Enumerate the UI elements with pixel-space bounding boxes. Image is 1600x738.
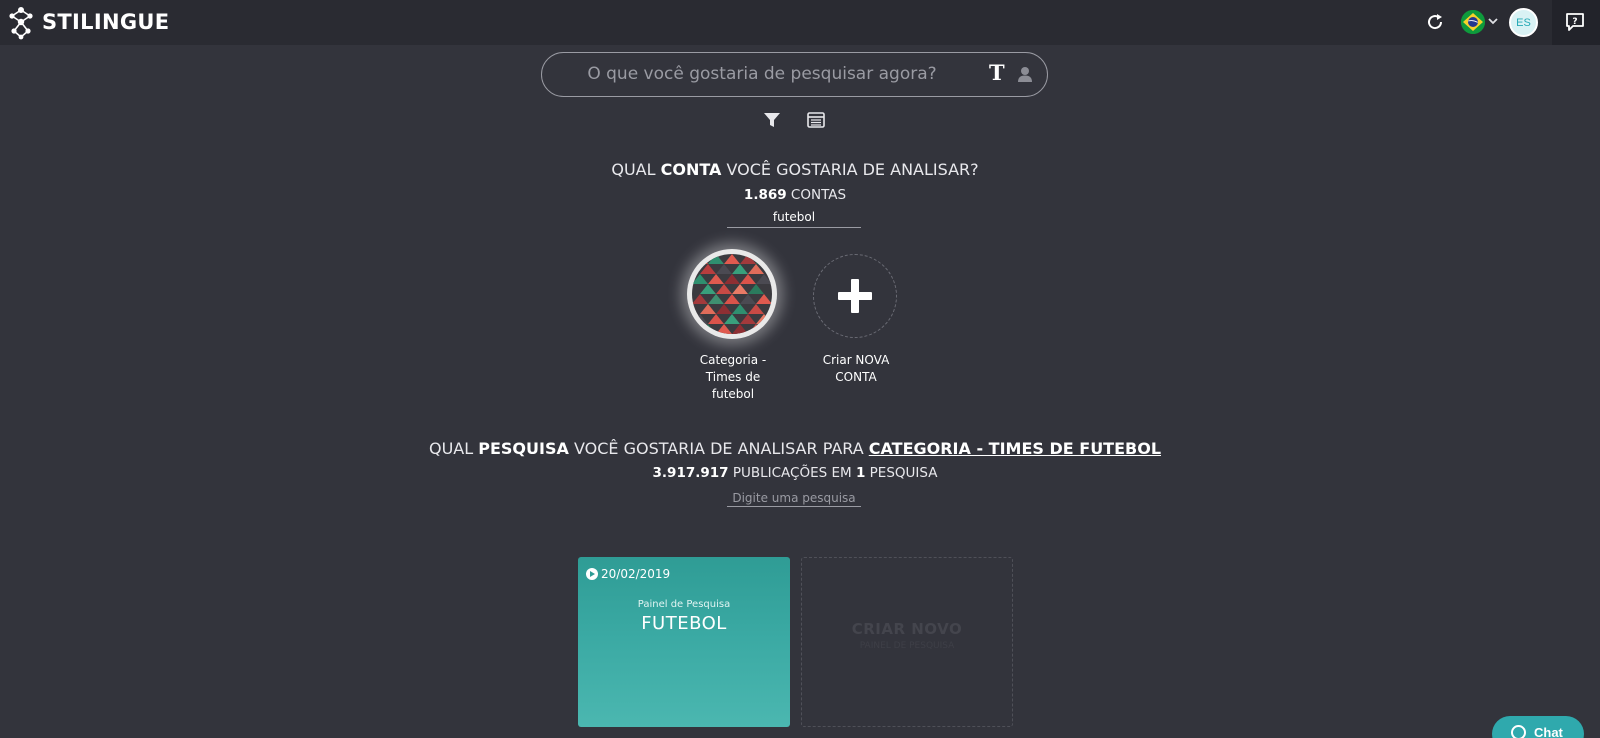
- search-count-value: 1: [855, 465, 866, 481]
- card-date: 20/02/2019: [586, 567, 670, 581]
- chat-label: Chat: [1534, 725, 1563, 738]
- logo-icon: [9, 7, 33, 40]
- language-selector[interactable]: [1461, 10, 1485, 34]
- search-question-pre: QUAL: [428, 439, 479, 458]
- account-card-categoria-times-de-futebol[interactable]: [687, 249, 777, 339]
- svg-text:?: ?: [1572, 17, 1577, 27]
- text-mode-icon[interactable]: T: [989, 60, 1005, 85]
- avatar[interactable]: ES: [1509, 8, 1538, 37]
- refresh-icon: [1428, 14, 1443, 30]
- search-input[interactable]: [562, 59, 962, 89]
- account-label: Categoria - Times de futebol: [699, 353, 767, 401]
- account-question-pre: QUAL: [611, 160, 661, 179]
- create-account-button[interactable]: [813, 254, 897, 338]
- play-icon: [586, 568, 598, 580]
- search-question-mid: VOCÊ GOSTARIA DE ANALISAR PARA: [568, 439, 869, 458]
- publication-count-mid: PUBLICAÇÕES EM: [728, 465, 856, 481]
- create-account-label: Criar NOVA CONTA: [822, 353, 890, 384]
- account-filter-input[interactable]: [727, 208, 861, 226]
- search-count-label: PESQUISA: [865, 465, 938, 481]
- create-search-panel-button[interactable]: CRIAR NOVO PAINEL DE PESQUISA: [801, 557, 1013, 727]
- account-count-label: CONTAS: [786, 187, 847, 203]
- filter-icon[interactable]: [763, 111, 781, 129]
- logo-text: STILINGUE: [42, 10, 170, 34]
- search-question: QUAL PESQUISA VOCÊ GOSTARIA DE ANALISAR …: [0, 439, 1590, 458]
- user-icon[interactable]: [1016, 65, 1034, 83]
- account-filter: [727, 208, 861, 228]
- refresh-button[interactable]: [1424, 11, 1446, 33]
- table-icon[interactable]: [807, 112, 825, 128]
- account-image: [692, 254, 772, 334]
- card-subtitle: Painel de Pesquisa: [637, 599, 731, 610]
- logo[interactable]: STILINGUE: [8, 4, 169, 40]
- plus-icon: [838, 279, 872, 313]
- card-title: FUTEBOL: [641, 613, 727, 634]
- account-question-post: VOCÊ GOSTARIA DE ANALISAR?: [721, 160, 979, 179]
- chevron-down-icon[interactable]: [1487, 14, 1499, 28]
- brazil-flag-icon: [1461, 10, 1485, 34]
- card-date-text: 20/02/2019: [601, 567, 671, 581]
- account-count-value: 1.869: [743, 187, 787, 203]
- publication-count: 3.917.917 PUBLICAÇÕES EM 1 PESQUISA: [0, 465, 1590, 481]
- selected-account-link[interactable]: CATEGORIA - TIMES DE FUTEBOL: [869, 439, 1161, 458]
- help-chat-icon[interactable]: ?: [1564, 11, 1586, 33]
- chat-icon: [1511, 725, 1526, 738]
- account-count: 1.869 CONTAS: [0, 187, 1590, 203]
- account-question-bold: CONTA: [660, 160, 722, 179]
- top-bar: STILINGUE ES: [0, 0, 1552, 45]
- search-filter-input[interactable]: [727, 489, 861, 507]
- chat-button[interactable]: Chat: [1492, 716, 1584, 738]
- search-question-bold: PESQUISA: [478, 439, 569, 458]
- search-panel-card-futebol[interactable]: 20/02/2019 Painel de Pesquisa FUTEBOL: [578, 557, 790, 727]
- search-filter: [727, 487, 861, 507]
- create-panel-title: CRIAR NOVO: [851, 620, 963, 638]
- publication-count-value: 3.917.917: [652, 465, 729, 481]
- create-panel-subtitle: PAINEL DE PESQUISA: [859, 641, 955, 651]
- search-bar: T: [541, 52, 1048, 97]
- account-question: QUAL CONTA VOCÊ GOSTARIA DE ANALISAR?: [0, 160, 1590, 179]
